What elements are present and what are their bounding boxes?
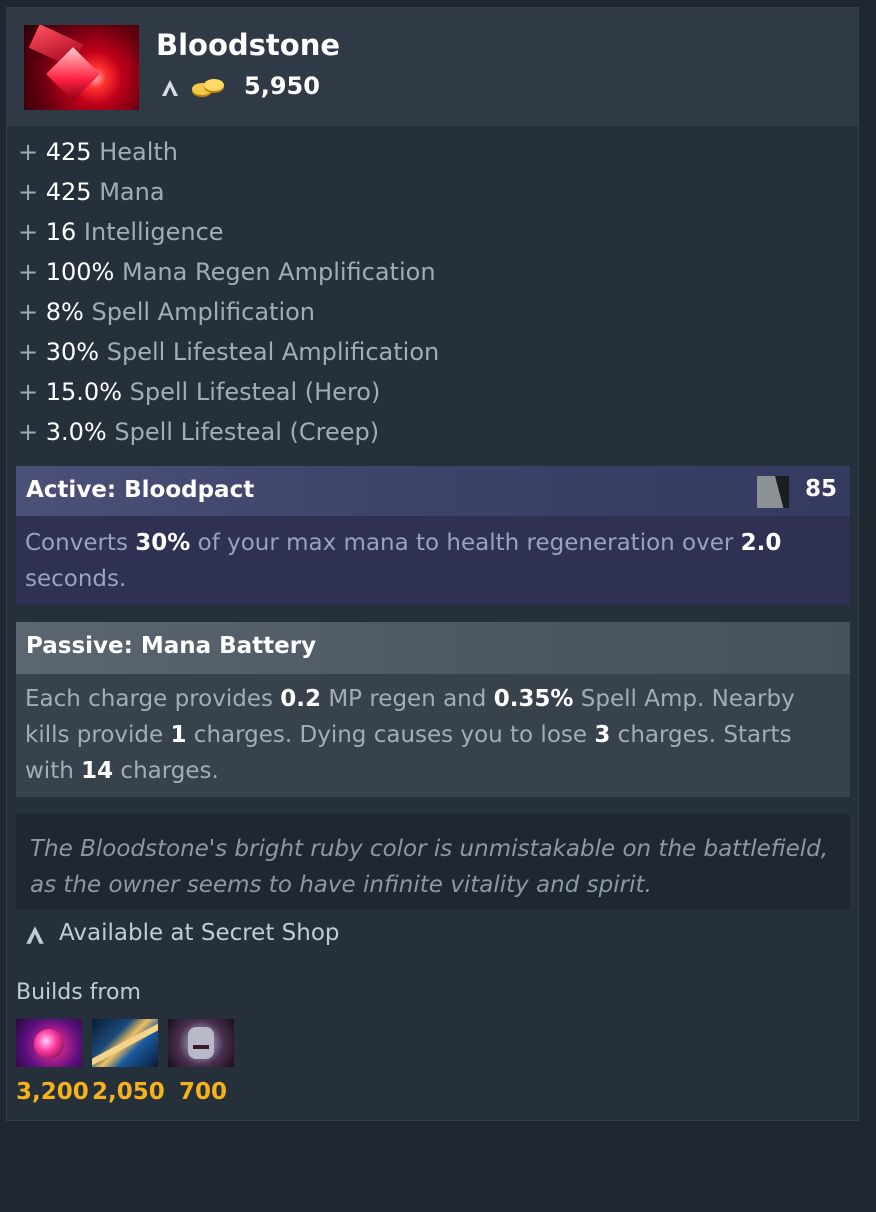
stat-row: + 30% Spell Lifesteal Amplification [18, 338, 440, 366]
active-ability-description: Converts 30% of your max mana to health … [25, 530, 782, 592]
stat-row: + 425 Health [18, 138, 178, 166]
stat-row: + 15.0% Spell Lifesteal (Hero) [18, 378, 381, 406]
cooldown-icon [757, 476, 789, 508]
stat-row: + 100% Mana Regen Amplification [18, 258, 436, 286]
stat-list: + 425 Health + 425 Mana + 16 Intelligenc… [18, 132, 838, 452]
stat-row: + 425 Mana [18, 178, 165, 206]
stat-row: + 3.0% Spell Lifesteal (Creep) [18, 418, 380, 446]
item-cost: 5,950 [244, 72, 320, 100]
component-3-icon[interactable] [168, 1019, 234, 1067]
secret-shop-icon [162, 80, 178, 96]
item-tooltip: Bloodstone 5,950 + 425 Health + 425 Mana… [6, 7, 859, 1121]
component-1-icon[interactable] [16, 1019, 82, 1067]
active-ability: Active: Bloodpact 85 Converts 30% of you… [16, 466, 850, 605]
component-2-icon[interactable] [92, 1019, 158, 1067]
gold-coins-icon [192, 79, 224, 97]
passive-ability-header: Passive: Mana Battery [16, 622, 850, 674]
secret-shop-icon [26, 926, 44, 944]
item-name: Bloodstone [156, 28, 341, 62]
component-cost: 3,200 [16, 1079, 89, 1105]
lore-text: The Bloodstone's bright ruby color is un… [30, 836, 829, 898]
stat-row: + 8% Spell Amplification [18, 298, 316, 326]
cooldown-value: 85 [805, 476, 838, 502]
component-cost: 700 [179, 1079, 228, 1105]
passive-ability-title: Passive: Mana Battery [26, 633, 317, 659]
lore-box: The Bloodstone's bright ruby color is un… [16, 814, 850, 909]
secret-shop-text: Available at Secret Shop [59, 920, 340, 946]
passive-ability: Passive: Mana Battery Each charge provid… [16, 622, 850, 797]
component-cost: 2,050 [92, 1079, 165, 1105]
tooltip-header: Bloodstone 5,950 [7, 8, 858, 126]
builds-from-label: Builds from [16, 980, 141, 1005]
bloodstone-icon [24, 25, 139, 110]
passive-ability-description: Each charge provides 0.2 MP regen and 0.… [25, 686, 795, 784]
stat-row: + 16 Intelligence [18, 218, 224, 246]
active-ability-title: Active: Bloodpact [26, 477, 255, 503]
active-ability-header: Active: Bloodpact 85 [16, 466, 850, 516]
